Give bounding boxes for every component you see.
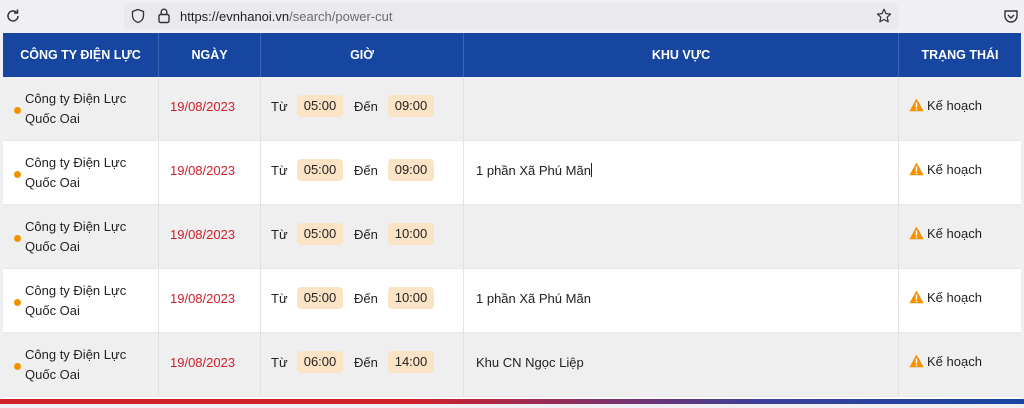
header-date: NGÀY xyxy=(159,33,261,77)
to-label: Đến xyxy=(354,163,378,178)
status-text: Kế hoạch xyxy=(927,290,982,305)
shield-icon[interactable] xyxy=(130,8,146,24)
status-text: Kế hoạch xyxy=(927,354,982,369)
outage-date: 19/08/2023 xyxy=(170,227,236,242)
company-name: Công ty Điện Lực Quốc Oai xyxy=(25,91,127,126)
reload-icon[interactable] xyxy=(5,8,21,24)
power-cut-table: CÔNG TY ĐIỆN LỰC NGÀY GIỜ KHU VỰC TRẠNG … xyxy=(3,33,1021,399)
table-row: Công ty Điện Lực Quốc Oai 19/08/2023 Từ … xyxy=(3,141,1021,205)
end-time: 10:00 xyxy=(388,223,434,245)
from-label: Từ xyxy=(271,227,288,242)
status-text: Kế hoạch xyxy=(927,162,982,177)
outage-date: 19/08/2023 xyxy=(170,291,236,306)
company-name: Công ty Điện Lực Quốc Oai xyxy=(25,155,127,190)
table-row: Công ty Điện Lực Quốc Oai 19/08/2023 Từ … xyxy=(3,333,1021,397)
pocket-icon[interactable] xyxy=(1003,8,1019,24)
from-label: Từ xyxy=(271,99,288,114)
start-time: 05:00 xyxy=(297,159,343,181)
text-cursor xyxy=(590,163,592,177)
table-header: CÔNG TY ĐIỆN LỰC NGÀY GIỜ KHU VỰC TRẠNG … xyxy=(3,33,1021,77)
status-dot xyxy=(14,235,21,242)
header-time: GIỜ xyxy=(261,33,464,77)
start-time: 05:00 xyxy=(297,223,343,245)
status-badge: Kế hoạch xyxy=(909,226,982,241)
to-label: Đến xyxy=(354,291,378,306)
table-row: Công ty Điện Lực Quốc Oai 19/08/2023 Từ … xyxy=(3,77,1021,141)
end-time: 10:00 xyxy=(388,287,434,309)
end-time: 09:00 xyxy=(388,159,434,181)
to-label: Đến xyxy=(354,99,378,114)
company-name: Công ty Điện Lực Quốc Oai xyxy=(25,283,127,318)
status-dot xyxy=(14,107,21,114)
company-name: Công ty Điện Lực Quốc Oai xyxy=(25,347,127,382)
star-icon[interactable] xyxy=(876,8,892,24)
url-domain: https://evnhanoi.vn xyxy=(180,9,290,24)
from-label: Từ xyxy=(271,163,288,178)
from-label: Từ xyxy=(271,291,288,306)
outage-date: 19/08/2023 xyxy=(170,355,236,370)
status-text: Kế hoạch xyxy=(927,226,982,241)
url-text[interactable]: https://evnhanoi.vn/search/power-cut xyxy=(180,9,392,24)
browser-toolbar: https://evnhanoi.vn/search/power-cut xyxy=(0,0,1024,33)
to-label: Đến xyxy=(354,355,378,370)
footer-accent-bar xyxy=(0,399,1024,404)
end-time: 14:00 xyxy=(388,351,434,373)
outage-date: 19/08/2023 xyxy=(170,99,236,114)
start-time: 05:00 xyxy=(297,95,343,117)
url-path: /search/power-cut xyxy=(289,9,393,24)
header-status: TRẠNG THÁI xyxy=(921,48,999,62)
end-time: 09:00 xyxy=(388,95,434,117)
area-text: Khu CN Ngọc Liệp xyxy=(476,355,584,370)
company-name: Công ty Điện Lực Quốc Oai xyxy=(25,219,127,254)
lock-icon[interactable] xyxy=(156,7,172,24)
start-time: 06:00 xyxy=(297,351,343,373)
status-badge: Kế hoạch xyxy=(909,162,982,177)
status-badge: Kế hoạch xyxy=(909,290,982,305)
from-label: Từ xyxy=(271,355,288,370)
start-time: 05:00 xyxy=(297,287,343,309)
status-dot xyxy=(14,171,21,178)
warning-icon xyxy=(909,354,924,368)
status-dot xyxy=(14,299,21,306)
area-text: 1 phần Xã Phú Mãn xyxy=(476,291,591,306)
warning-icon xyxy=(909,162,924,176)
status-text: Kế hoạch xyxy=(927,98,982,113)
to-label: Đến xyxy=(354,227,378,242)
area-text: 1 phần Xã Phú Mãn xyxy=(476,163,592,178)
header-company: CÔNG TY ĐIỆN LỰC xyxy=(3,33,159,77)
status-badge: Kế hoạch xyxy=(909,98,982,113)
outage-date: 19/08/2023 xyxy=(170,163,236,178)
table-row: Công ty Điện Lực Quốc Oai 19/08/2023 Từ … xyxy=(3,205,1021,269)
status-dot xyxy=(14,363,21,370)
header-area: KHU VỰC xyxy=(464,33,899,77)
table-row: Công ty Điện Lực Quốc Oai 19/08/2023 Từ … xyxy=(3,269,1021,333)
warning-icon xyxy=(909,290,924,304)
warning-icon xyxy=(909,98,924,112)
warning-icon xyxy=(909,226,924,240)
status-badge: Kế hoạch xyxy=(909,354,982,369)
